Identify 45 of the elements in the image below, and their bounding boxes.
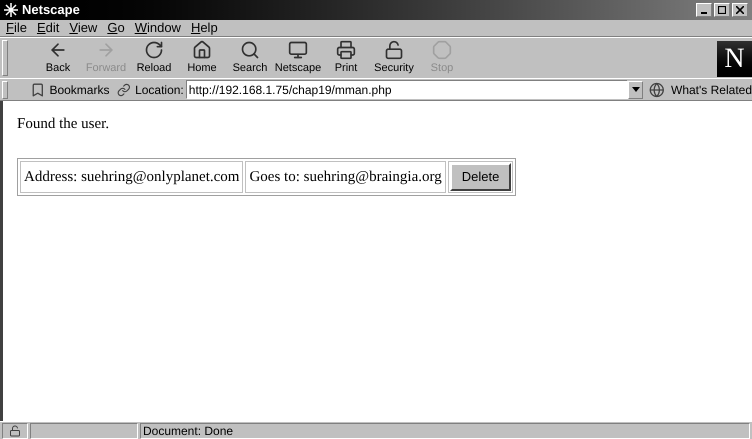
menu-item[interactable]: Help	[190, 18, 218, 38]
padlock-icon	[9, 424, 21, 436]
menu-item[interactable]: Edit	[36, 18, 60, 38]
location-field[interactable]: http://192.168.1.75/chap19/mman.php	[186, 80, 628, 99]
maximize-icon	[718, 6, 726, 14]
padlock-icon	[384, 40, 404, 60]
toolbar-button[interactable]: Security	[370, 38, 418, 78]
location-label: Location:	[135, 82, 184, 98]
table-cell: Address: suehring@onlyplanet.com	[20, 160, 244, 193]
table-cell: Goes to: suehring@braingia.org	[245, 160, 446, 193]
toolbar-button[interactable]: Search	[226, 38, 274, 78]
toolbar-button[interactable]: Home	[178, 38, 226, 78]
globe-icon	[649, 82, 665, 98]
whats-related-button[interactable]: What's Related	[671, 80, 752, 98]
close-icon	[736, 6, 744, 14]
menu-item[interactable]: Window	[134, 18, 181, 38]
netscape-logo: N	[717, 41, 752, 77]
house-icon	[192, 40, 212, 60]
menu-item[interactable]: View	[69, 18, 98, 38]
toolbar-button[interactable]: Netscape	[274, 38, 322, 78]
toolbar-grip[interactable]	[2, 80, 8, 98]
bookmarks-button[interactable]: Bookmarks	[49, 80, 110, 98]
search-icon	[240, 40, 260, 60]
caret-icon	[632, 87, 640, 92]
menu-item[interactable]: Go	[107, 18, 125, 38]
toolbar-button[interactable]: Reload	[130, 38, 178, 78]
delete-button[interactable]: Delete	[450, 163, 512, 190]
toolbar-grip[interactable]	[2, 40, 8, 76]
minimize-button[interactable]	[696, 3, 712, 17]
monitor-icon	[288, 40, 308, 60]
bookmark-icon	[30, 82, 46, 98]
toolbar-button[interactable]: Back	[34, 38, 82, 78]
printer-icon	[336, 40, 356, 60]
status-text: Document: Done	[143, 422, 234, 439]
stop-icon	[432, 40, 452, 60]
star-burst-icon	[4, 3, 18, 17]
maximize-button[interactable]	[714, 3, 730, 17]
reload-icon	[144, 40, 164, 60]
menu-item[interactable]: File	[6, 18, 27, 38]
close-button[interactable]	[732, 3, 748, 17]
status-message: Found the user.	[17, 115, 110, 134]
window-title: Netscape	[22, 1, 80, 20]
dropdown-button[interactable]	[628, 80, 644, 98]
link-icon	[117, 82, 132, 96]
toolbar-button[interactable]: Print	[322, 38, 370, 78]
